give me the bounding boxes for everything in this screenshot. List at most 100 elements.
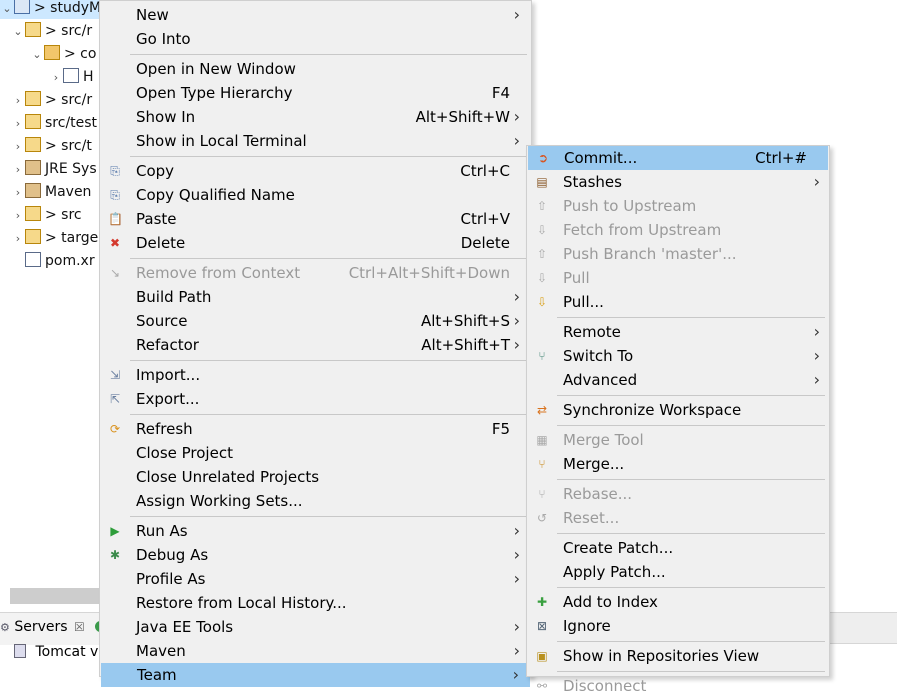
tree-item-label: > targe (45, 230, 99, 246)
chevron-down-icon[interactable]: ⌄ (30, 44, 44, 66)
shortcut-label: F4 (491, 84, 510, 102)
menu-item-build-path[interactable]: Build Path › (100, 285, 531, 309)
tree-item[interactable]: › > targe (11, 227, 98, 249)
chevron-right-icon[interactable]: › (11, 90, 25, 112)
menu-item-assign-working-sets[interactable]: Assign Working Sets... (100, 489, 531, 513)
rebase-icon: ⑂ (538, 487, 546, 501)
tree-item[interactable]: › > src/r (11, 89, 92, 111)
team-item-commit[interactable]: ➲ Commit... Ctrl+# (528, 146, 828, 170)
close-icon[interactable]: ☒ (74, 620, 85, 634)
chevron-right-icon[interactable]: › (11, 205, 25, 227)
tree-item-label: Maven (45, 184, 92, 200)
menu-item-paste[interactable]: 📋 Paste Ctrl+V (100, 207, 531, 231)
menu-item-label: New (136, 6, 169, 24)
menu-item-show-in[interactable]: Show In Alt+Shift+W › (100, 105, 531, 129)
team-item-apply-patch[interactable]: Apply Patch... (527, 560, 829, 584)
pull-dialog-icon: ⇩ (536, 295, 548, 309)
chevron-right-icon[interactable]: › (11, 159, 25, 181)
team-item-push-branch-master: ⇧ Push Branch 'master'... (527, 242, 829, 266)
ignore-icon: ⊠ (536, 619, 548, 633)
menu-item-go-into[interactable]: Go Into (100, 27, 531, 51)
tree-item[interactable]: › > src (11, 204, 82, 226)
menu-item-restore-from-local-history[interactable]: Restore from Local History... (100, 591, 531, 615)
paste-icon: 📋 (108, 212, 123, 226)
menu-item-label: Show in Repositories View (563, 647, 760, 665)
shortcut-label: Alt+Shift+T (421, 336, 510, 354)
menu-item-label: Delete (136, 234, 186, 252)
menu-item-copy-qualified-name[interactable]: ⎘ Copy Qualified Name (100, 183, 531, 207)
tree-item[interactable]: › H (49, 66, 94, 88)
menu-item-maven[interactable]: Maven › (100, 639, 531, 663)
menu-item-label: Refactor (136, 336, 199, 354)
menu-item-close-unrelated-projects[interactable]: Close Unrelated Projects (100, 465, 531, 489)
menu-item-label: Add to Index (563, 593, 658, 611)
menu-item-run-as[interactable]: ▶ Run As › (100, 519, 531, 543)
tree-item[interactable]: ⌄ > studyM (0, 0, 100, 19)
menu-item-label: Disconnect (563, 677, 647, 695)
menu-item-label: Assign Working Sets... (136, 492, 303, 510)
menu-separator (557, 533, 825, 534)
chevron-right-icon[interactable]: › (11, 228, 25, 250)
menu-item-export[interactable]: ⇱ Export... (100, 387, 531, 411)
tree-item[interactable]: pom.xr (11, 250, 95, 272)
tree-item[interactable]: ⌄ > src/r (11, 20, 92, 42)
menu-item-source[interactable]: Source Alt+Shift+S › (100, 309, 531, 333)
menu-item-label: Show in Local Terminal (136, 132, 307, 150)
menu-item-refresh[interactable]: ⟳ Refresh F5 (100, 417, 531, 441)
menu-item-team[interactable]: Team › (101, 663, 530, 687)
servers-view-header-right (828, 612, 897, 644)
menu-item-new[interactable]: New › (100, 3, 531, 27)
tree-item[interactable]: › Maven (11, 181, 91, 203)
menu-item-label: Close Unrelated Projects (136, 468, 320, 486)
team-item-show-in-repositories-view[interactable]: ▣ Show in Repositories View (527, 644, 829, 668)
merge-tool-icon: ▦ (536, 433, 548, 447)
chevron-right-icon[interactable]: › (11, 136, 25, 158)
menu-item-import[interactable]: ⇲ Import... (100, 363, 531, 387)
menu-item-copy[interactable]: ⎘ Copy Ctrl+C (100, 159, 531, 183)
chevron-right-icon[interactable]: › (11, 182, 25, 204)
chevron-down-icon[interactable]: ⌄ (11, 21, 25, 43)
team-item-add-to-index[interactable]: ✚ Add to Index (527, 590, 829, 614)
team-item-create-patch[interactable]: Create Patch... (527, 536, 829, 560)
team-item-stashes[interactable]: ▤ Stashes › (527, 170, 829, 194)
shortcut-label: Alt+Shift+W (415, 108, 510, 126)
menu-item-label: Apply Patch... (563, 563, 666, 581)
chevron-right-icon[interactable]: › (49, 67, 63, 89)
tree-item[interactable]: ⌄ > co (30, 43, 96, 65)
server-row[interactable]: Tomcat v9 (14, 644, 107, 660)
chevron-right-icon[interactable]: › (11, 113, 25, 135)
menu-item-close-project[interactable]: Close Project (100, 441, 531, 465)
menu-item-java-ee-tools[interactable]: Java EE Tools › (100, 615, 531, 639)
menu-item-profile-as[interactable]: Profile As › (100, 567, 531, 591)
horizontal-scrollbar[interactable] (10, 588, 100, 604)
team-item-pull[interactable]: ⇩ Pull... (527, 290, 829, 314)
menu-item-refactor[interactable]: Refactor Alt+Shift+T › (100, 333, 531, 357)
team-item-advanced[interactable]: Advanced › (527, 368, 829, 392)
tree-item[interactable]: › src/test (11, 112, 97, 134)
chevron-right-icon: › (513, 617, 520, 636)
menu-item-open-type-hierarchy[interactable]: Open Type Hierarchy F4 (100, 81, 531, 105)
tree-item[interactable]: › > src/t (11, 135, 92, 157)
menu-item-open-in-new-window[interactable]: Open in New Window (100, 57, 531, 81)
team-item-merge[interactable]: ⑂ Merge... (527, 452, 829, 476)
chevron-right-icon: › (813, 172, 820, 191)
team-item-remote[interactable]: Remote › (527, 320, 829, 344)
menu-separator (130, 414, 527, 415)
team-item-switch-to[interactable]: ⑂ Switch To › (527, 344, 829, 368)
menu-item-label: Close Project (136, 444, 233, 462)
team-item-synchronize-workspace[interactable]: ⇄ Synchronize Workspace (527, 398, 829, 422)
menu-item-delete[interactable]: ✖ Delete Delete (100, 231, 531, 255)
add-index-icon: ✚ (536, 595, 548, 609)
run-icon: ▶ (110, 524, 120, 538)
package-icon (44, 45, 60, 60)
menu-item-show-in-local-terminal[interactable]: Show in Local Terminal › (100, 129, 531, 153)
menu-item-label: Profile As (136, 570, 206, 588)
tab-servers[interactable]: ⚙ Servers ☒ (0, 619, 107, 635)
team-item-ignore[interactable]: ⊠ Ignore (527, 614, 829, 638)
chevron-right-icon: › (513, 521, 520, 540)
chevron-down-icon[interactable]: ⌄ (0, 0, 14, 20)
menu-item-label: Import... (136, 366, 201, 384)
synchronize-icon: ⇄ (536, 403, 548, 417)
menu-item-debug-as[interactable]: ✱ Debug As › (100, 543, 531, 567)
tree-item[interactable]: › JRE Sys (11, 158, 97, 180)
